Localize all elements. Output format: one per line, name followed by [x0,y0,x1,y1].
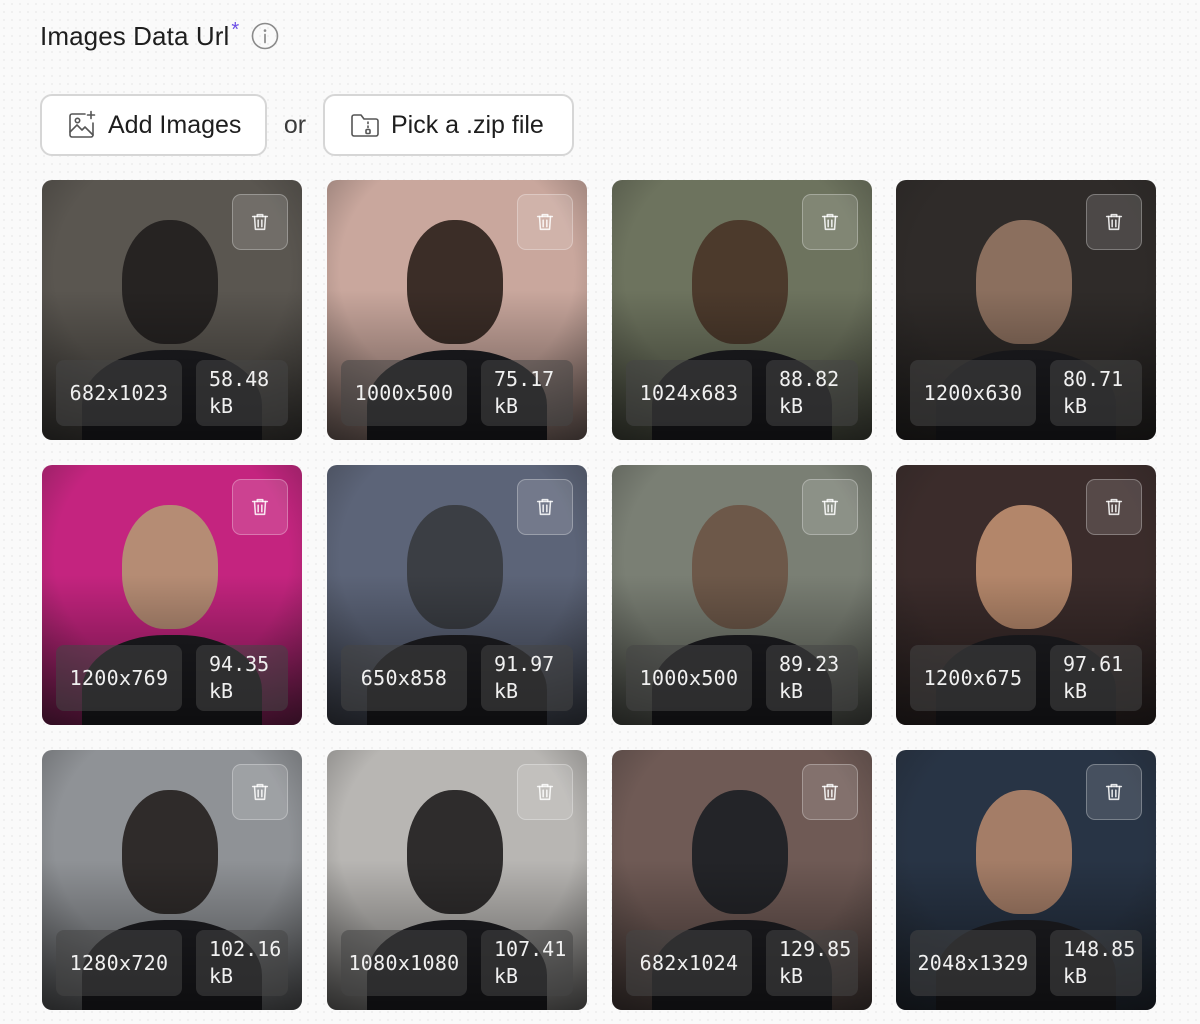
image-size-unit: kB [1063,679,1088,703]
delete-image-button[interactable] [1086,764,1142,820]
delete-image-button[interactable] [802,479,858,535]
image-dimensions-badge: 682x1023 [56,360,182,426]
image-tile: 650x858 91.97 kB [327,465,587,725]
image-size-badge: 148.85 kB [1050,930,1142,996]
image-size-value: 129.85 [779,937,852,961]
trash-icon [1103,496,1125,518]
image-size-value: 89.23 [779,652,840,676]
image-size-unit: kB [494,679,519,703]
image-tile: 1200x675 97.61 kB [896,465,1156,725]
delete-image-button[interactable] [517,479,573,535]
image-tile: 1024x683 88.82 kB [612,180,872,440]
image-size-value: 91.97 [494,652,555,676]
image-size-unit: kB [1063,964,1088,988]
image-size-badge: 88.82 kB [766,360,858,426]
upload-actions: Add Images or Pick a .zip file [40,94,574,156]
image-dimensions-badge: 682x1024 [626,930,752,996]
image-size-value: 107.41 [494,937,567,961]
folder-zip-icon [349,109,381,141]
image-size-badge: 58.48 kB [196,360,288,426]
image-size-unit: kB [209,964,234,988]
trash-icon [819,781,841,803]
image-size-value: 102.16 [209,937,282,961]
or-separator: or [283,110,307,139]
trash-icon [819,496,841,518]
image-dimensions-badge: 1200x630 [910,360,1036,426]
delete-image-button[interactable] [517,194,573,250]
image-size-badge: 97.61 kB [1050,645,1142,711]
image-size-unit: kB [494,964,519,988]
delete-image-button[interactable] [802,194,858,250]
add-images-label: Add Images [108,110,242,139]
image-dimensions-badge: 2048x1329 [910,930,1036,996]
field-header: Images Data Url * [40,18,279,54]
image-dimensions-badge: 1200x675 [910,645,1036,711]
delete-image-button[interactable] [1086,479,1142,535]
image-tile: 1000x500 89.23 kB [612,465,872,725]
image-tile: 682x1023 58.48 kB [42,180,302,440]
trash-icon [534,211,556,233]
image-size-value: 148.85 [1063,937,1136,961]
image-tile: 1200x769 94.35 kB [42,465,302,725]
field-label: Images Data Url [40,20,230,51]
image-dimensions-badge: 1024x683 [626,360,752,426]
pick-zip-button[interactable]: Pick a .zip file [323,94,574,156]
image-add-icon [66,109,98,141]
delete-image-button[interactable] [802,764,858,820]
image-dimensions-badge: 1000x500 [626,645,752,711]
trash-icon [1103,211,1125,233]
image-size-unit: kB [779,679,804,703]
delete-image-button[interactable] [1086,194,1142,250]
image-tile: 1000x500 75.17 kB [327,180,587,440]
trash-icon [534,781,556,803]
delete-image-button[interactable] [232,194,288,250]
image-size-badge: 129.85 kB [766,930,858,996]
delete-image-button[interactable] [232,479,288,535]
trash-icon [249,496,271,518]
image-dimensions-badge: 1200x769 [56,645,182,711]
image-dimensions-badge: 1280x720 [56,930,182,996]
image-size-unit: kB [209,394,234,418]
image-size-value: 88.82 [779,367,840,391]
image-size-badge: 80.71 kB [1050,360,1142,426]
image-size-badge: 107.41 kB [481,930,573,996]
image-tile: 1280x720 102.16 kB [42,750,302,1010]
image-size-value: 94.35 [209,652,270,676]
image-size-value: 80.71 [1063,367,1124,391]
trash-icon [249,211,271,233]
image-size-unit: kB [779,394,804,418]
image-dimensions-badge: 650x858 [341,645,467,711]
trash-icon [534,496,556,518]
add-images-button[interactable]: Add Images [40,94,267,156]
image-size-unit: kB [779,964,804,988]
image-size-value: 58.48 [209,367,270,391]
image-size-unit: kB [494,394,519,418]
image-size-badge: 102.16 kB [196,930,288,996]
image-size-unit: kB [209,679,234,703]
image-size-unit: kB [1063,394,1088,418]
image-size-badge: 75.17 kB [481,360,573,426]
image-dimensions-badge: 1000x500 [341,360,467,426]
image-size-badge: 94.35 kB [196,645,288,711]
image-size-badge: 89.23 kB [766,645,858,711]
image-dimensions-badge: 1080x1080 [341,930,467,996]
image-tile: 1200x630 80.71 kB [896,180,1156,440]
trash-icon [819,211,841,233]
image-tile: 1080x1080 107.41 kB [327,750,587,1010]
image-tile: 682x1024 129.85 kB [612,750,872,1010]
required-asterisk: * [231,18,240,41]
pick-zip-label: Pick a .zip file [391,110,544,139]
image-size-value: 75.17 [494,367,555,391]
image-tile: 2048x1329 148.85 kB [896,750,1156,1010]
image-size-value: 97.61 [1063,652,1124,676]
delete-image-button[interactable] [232,764,288,820]
image-size-badge: 91.97 kB [481,645,573,711]
info-icon[interactable] [251,22,279,50]
delete-image-button[interactable] [517,764,573,820]
trash-icon [249,781,271,803]
trash-icon [1103,781,1125,803]
